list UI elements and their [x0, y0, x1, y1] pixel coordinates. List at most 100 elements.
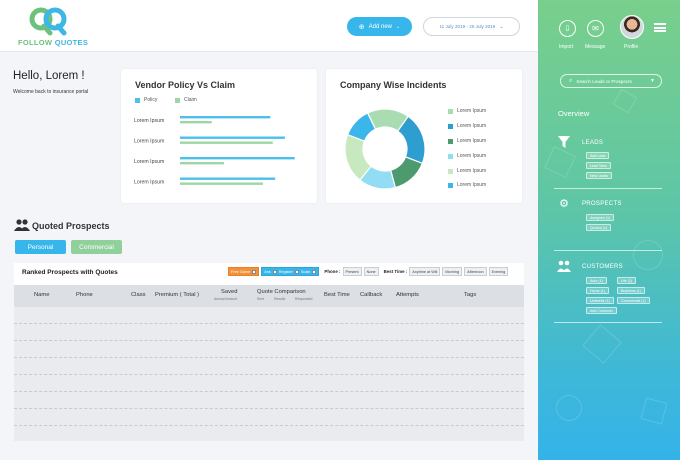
besttime-option-anytime[interactable]: Anytime at Will [409, 267, 441, 276]
besttime-option-evening[interactable]: Evening [488, 267, 509, 276]
legend-swatch [448, 108, 453, 114]
legend-swatch [448, 138, 453, 144]
decorative-shape [556, 395, 582, 421]
checkbox[interactable] [312, 269, 317, 274]
legend-swatch [448, 168, 453, 174]
date-range-text: 11 July 2019 - 25 July 2019 [439, 24, 496, 29]
add-new-button[interactable]: ⊕ Add new ⌄ [347, 17, 412, 36]
checkbox[interactable] [294, 269, 299, 274]
bar-claim [180, 182, 263, 185]
prospects-assigned[interactable]: Assigned (1) [586, 214, 615, 221]
phone-option-none[interactable]: None [363, 267, 379, 276]
legend-item: Lorem Ipsum [448, 153, 486, 159]
prospects-heading[interactable]: PROSPECTS [582, 201, 622, 207]
legend-label: Lorem Ipsum [457, 153, 487, 159]
column-header-premium[interactable]: Premium ( Total ) [155, 292, 199, 298]
legend-swatch [448, 182, 453, 188]
legend-swatch [448, 123, 453, 129]
prospects-quoted[interactable]: Quoted (1) [586, 224, 612, 231]
app-root: FOLLOW QUOTES ⊕ Add new ⌄ 11 July 2019 -… [0, 0, 680, 460]
import-icon[interactable]: ⇩ [559, 20, 576, 37]
column-header-class[interactable]: Class [131, 292, 146, 298]
decorative-shape [640, 397, 668, 425]
donut-slice[interactable] [389, 156, 424, 189]
category-label: Lorem Ipsum [134, 139, 164, 145]
add-new-label: Add new [368, 23, 393, 30]
besttime-option-morning[interactable]: Morning [442, 267, 463, 276]
sidebar-search-input[interactable]: ⌕ Search Leads or Prospects ▼ [560, 74, 662, 88]
filter-chip-free-game[interactable]: Free Game [228, 267, 260, 276]
column-header-saved[interactable]: Saved [221, 289, 237, 295]
message-label[interactable]: Message [585, 44, 605, 50]
phone-option-present[interactable]: Present [342, 267, 362, 276]
customers-life[interactable]: Life (1) [617, 277, 637, 284]
checkbox[interactable] [252, 269, 257, 274]
table-row[interactable] [14, 374, 524, 375]
column-header-tags[interactable]: Tags [464, 292, 476, 298]
column-header-name[interactable]: Name [34, 292, 49, 298]
legend-item: Lorem Ipsum [448, 138, 486, 144]
customers-commercial[interactable]: Commercial (1) [617, 297, 650, 304]
incidents-chart-card: Company Wise Incidents Lorem Ipsum Lorem… [326, 69, 522, 203]
phone-filter-label: Phone : [324, 269, 341, 274]
table-row[interactable] [14, 425, 524, 426]
customers-heading[interactable]: CUSTOMERS [582, 264, 623, 270]
table-header: Name Phone Class Premium ( Total ) Saved… [14, 285, 524, 307]
column-subheader-annual: Annual Amount [214, 297, 237, 301]
search-icon: ⌕ [569, 77, 573, 84]
bar-policy [180, 177, 276, 180]
customers-home[interactable]: Home (1) [586, 287, 609, 294]
leads-add-lead[interactable]: Add Lead [586, 152, 610, 159]
customers-business[interactable]: Business (1) [617, 287, 645, 294]
legend-label: Lorem Ipsum [457, 108, 487, 114]
table-body [14, 307, 524, 441]
chevron-down-icon: ⌄ [499, 23, 504, 30]
filter-chip-ans[interactable]: Ans Register Scale [261, 267, 320, 276]
hamburger-menu-icon[interactable] [654, 23, 666, 32]
column-subheader-results: Results [274, 297, 286, 301]
users-icon [14, 219, 30, 231]
vendor-bar-chart: Lorem Ipsum Lorem Ipsum Lorem Ipsum Lorem I… [134, 116, 295, 186]
legend-item: Lorem Ipsum [448, 182, 486, 188]
profile-label[interactable]: Profile [624, 44, 638, 50]
date-range-picker[interactable]: 11 July 2019 - 25 July 2019 ⌄ [423, 17, 520, 36]
column-header-attempts[interactable]: Attempts [396, 292, 419, 298]
column-header-phone[interactable]: Phone [76, 292, 93, 298]
customers-umbrella[interactable]: Umbrella (1) [586, 297, 614, 304]
column-header-quote-comparison[interactable]: Quote Comparison [257, 289, 306, 295]
tab-commercial[interactable]: Commercial [71, 240, 122, 254]
category-label: Lorem Ipsum [134, 159, 164, 165]
legend-item: Lorem Ipsum [448, 123, 486, 129]
logo-text: FOLLOW QUOTES [18, 38, 88, 47]
mail-icon[interactable]: ✉ [587, 20, 604, 37]
customers-add-customer[interactable]: Add Customer [586, 307, 617, 314]
quoted-prospects-title: Quoted Prospects [32, 221, 110, 231]
avatar[interactable] [620, 15, 644, 39]
column-header-best-time[interactable]: Best Time [324, 292, 350, 298]
filter-chip-label: Free Game [231, 269, 251, 274]
bar-claim [180, 162, 224, 165]
besttime-option-afternoon[interactable]: Afternoon [464, 267, 487, 276]
leads-heading[interactable]: LEADS [582, 140, 603, 146]
table-row[interactable] [14, 408, 524, 409]
leads-new-leads[interactable]: New Leads [586, 172, 612, 179]
customers-auto[interactable]: Auto (1) [586, 277, 607, 284]
customers-icon [557, 260, 571, 274]
table-row[interactable] [14, 357, 524, 358]
bar-claim [180, 121, 212, 124]
table-row[interactable] [14, 391, 524, 392]
gear-icon: ⚙ [559, 198, 569, 210]
logo[interactable]: FOLLOW QUOTES [18, 6, 88, 48]
decorative-shape [633, 240, 663, 270]
table-row[interactable] [14, 340, 524, 341]
divider [554, 250, 662, 251]
table-row[interactable] [14, 323, 524, 324]
plus-icon: ⊕ [358, 23, 365, 31]
column-header-callback[interactable]: Callback [360, 292, 382, 298]
tab-personal[interactable]: Personal [15, 240, 66, 254]
checkbox[interactable] [272, 269, 277, 274]
import-label[interactable]: Import [559, 44, 573, 50]
leads-lead-view[interactable]: Lead View [586, 162, 611, 169]
filter-chip-label: Register [278, 269, 293, 274]
legend-swatch [448, 153, 453, 159]
